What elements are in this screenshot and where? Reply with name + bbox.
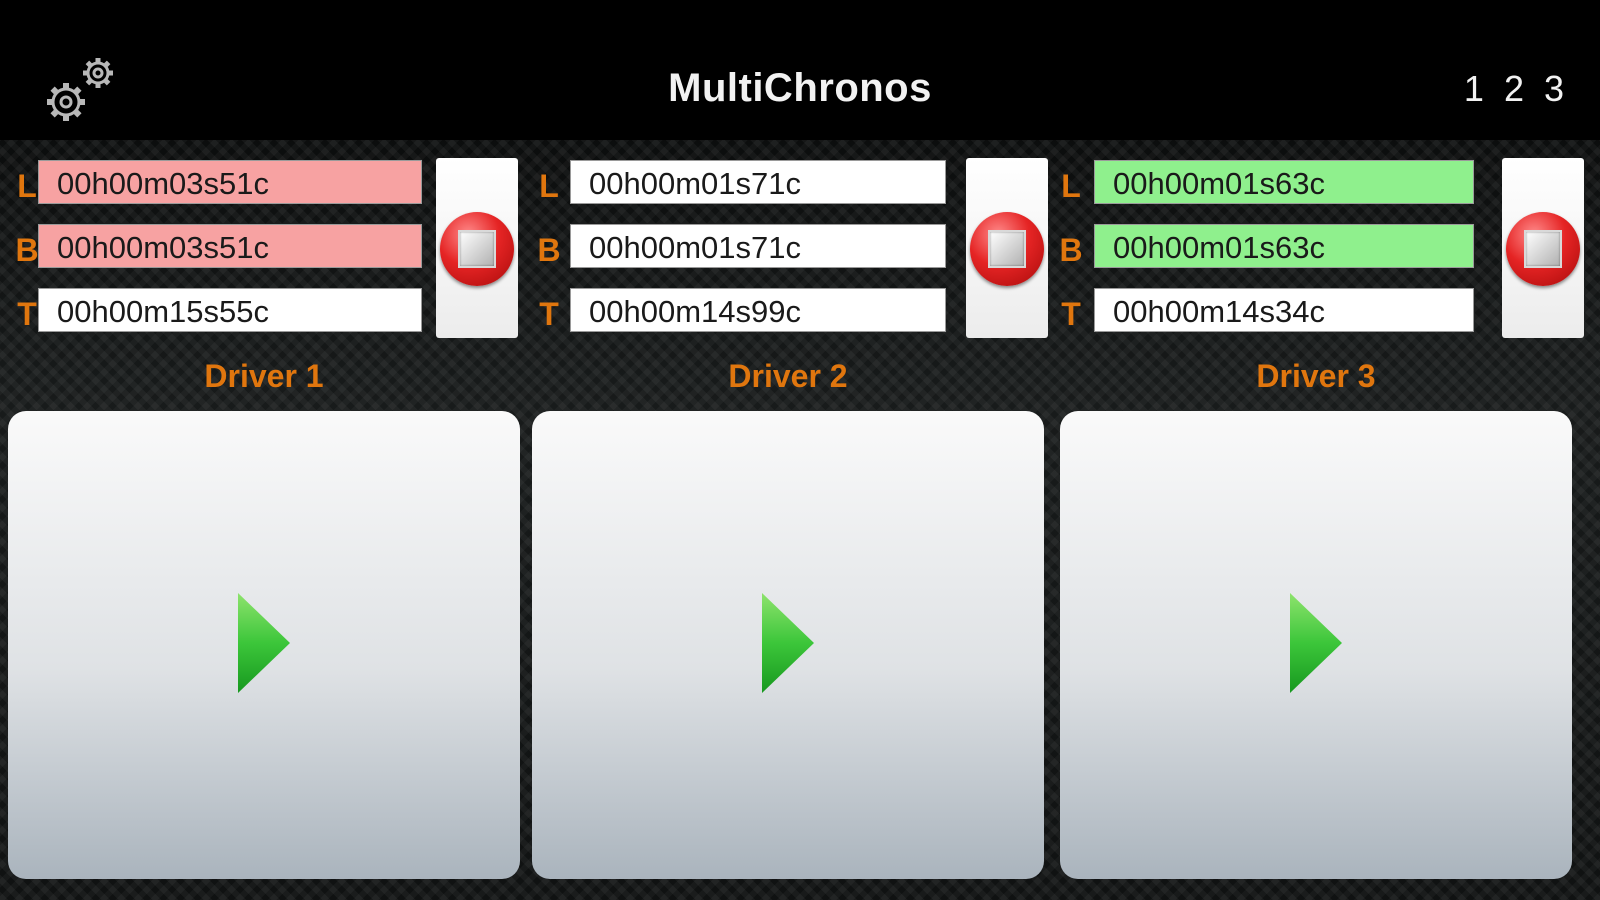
stop-button[interactable] — [1502, 158, 1584, 338]
stop-button[interactable] — [436, 158, 518, 338]
page-1-button[interactable]: 1 — [1464, 68, 1484, 110]
total-time-field: 00h00m14s99c — [570, 288, 946, 332]
total-label: T — [1061, 296, 1081, 332]
play-icon — [1288, 591, 1344, 695]
start-lap-button[interactable] — [1060, 411, 1572, 879]
total-time-field: 00h00m15s55c — [38, 288, 422, 332]
play-icon — [760, 591, 816, 695]
lap-time-field: 00h00m03s51c — [38, 160, 422, 204]
best-label: B — [537, 232, 561, 268]
page-3-button[interactable]: 3 — [1544, 68, 1564, 110]
page-selector: 1 2 3 — [1464, 68, 1564, 110]
top-bar: MultiChronos 1 2 3 — [0, 0, 1600, 140]
best-time-field: 00h00m01s71c — [570, 224, 946, 268]
app-title: MultiChronos — [668, 66, 932, 110]
lap-label: L — [1061, 168, 1081, 204]
driver-1-lane: L 00h00m03s51c B 00h00m03s51c T 00h00m15… — [8, 140, 520, 900]
driver-2-lane: L 00h00m01s71c B 00h00m01s71c T 00h00m14… — [532, 140, 1048, 900]
page-2-button[interactable]: 2 — [1504, 68, 1524, 110]
play-icon — [236, 591, 292, 695]
best-time-field: 00h00m03s51c — [38, 224, 422, 268]
driver-3-lane: L 00h00m01s63c B 00h00m01s63c T 00h00m14… — [1059, 140, 1584, 900]
start-lap-button[interactable] — [8, 411, 520, 879]
stop-button[interactable] — [966, 158, 1048, 338]
start-lap-button[interactable] — [532, 411, 1044, 879]
total-time-field: 00h00m14s34c — [1094, 288, 1474, 332]
stop-icon — [1506, 212, 1580, 286]
lap-label: L — [539, 168, 559, 204]
stop-icon — [970, 212, 1044, 286]
driver-name: Driver 2 — [728, 358, 848, 394]
stop-icon — [440, 212, 514, 286]
best-time-field: 00h00m01s63c — [1094, 224, 1474, 268]
driver-name: Driver 1 — [204, 358, 324, 394]
lap-time-field: 00h00m01s63c — [1094, 160, 1474, 204]
best-label: B — [1059, 232, 1083, 268]
lap-time-field: 00h00m01s71c — [570, 160, 946, 204]
total-label: T — [539, 296, 559, 332]
driver-name: Driver 3 — [1256, 358, 1376, 394]
